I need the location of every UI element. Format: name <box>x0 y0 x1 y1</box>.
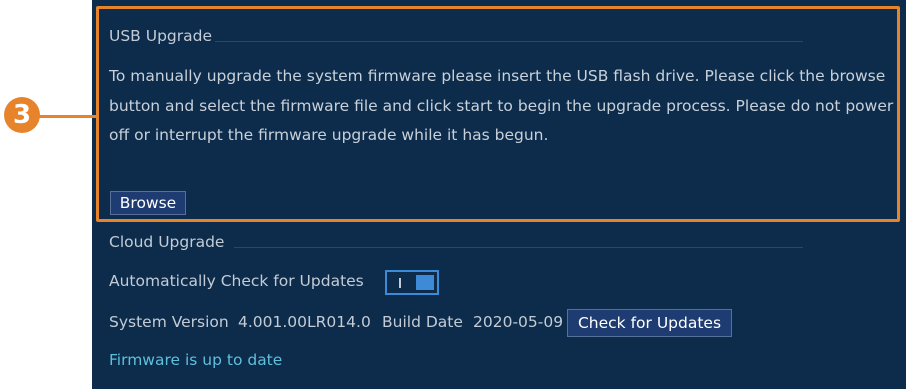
system-version-value: 4.001.00LR014.0 <box>238 313 371 331</box>
system-version-label: System Version <box>109 313 229 331</box>
build-date-label: Build Date <box>382 313 463 331</box>
auto-check-toggle[interactable] <box>385 270 439 295</box>
toggle-knob <box>416 275 434 290</box>
cloud-upgrade-divider <box>234 247 803 248</box>
cloud-upgrade-title: Cloud Upgrade <box>109 233 225 251</box>
toggle-on-indicator-icon <box>399 278 401 288</box>
firmware-status-text: Firmware is up to date <box>109 351 283 369</box>
callout-connector-line <box>39 115 97 118</box>
usb-upgrade-highlight-box <box>96 6 900 222</box>
auto-check-label: Automatically Check for Updates <box>109 272 364 290</box>
check-for-updates-button[interactable]: Check for Updates <box>567 309 732 337</box>
callout-number-badge: 3 <box>4 97 40 133</box>
build-date-value: 2020-05-09 <box>473 313 564 331</box>
